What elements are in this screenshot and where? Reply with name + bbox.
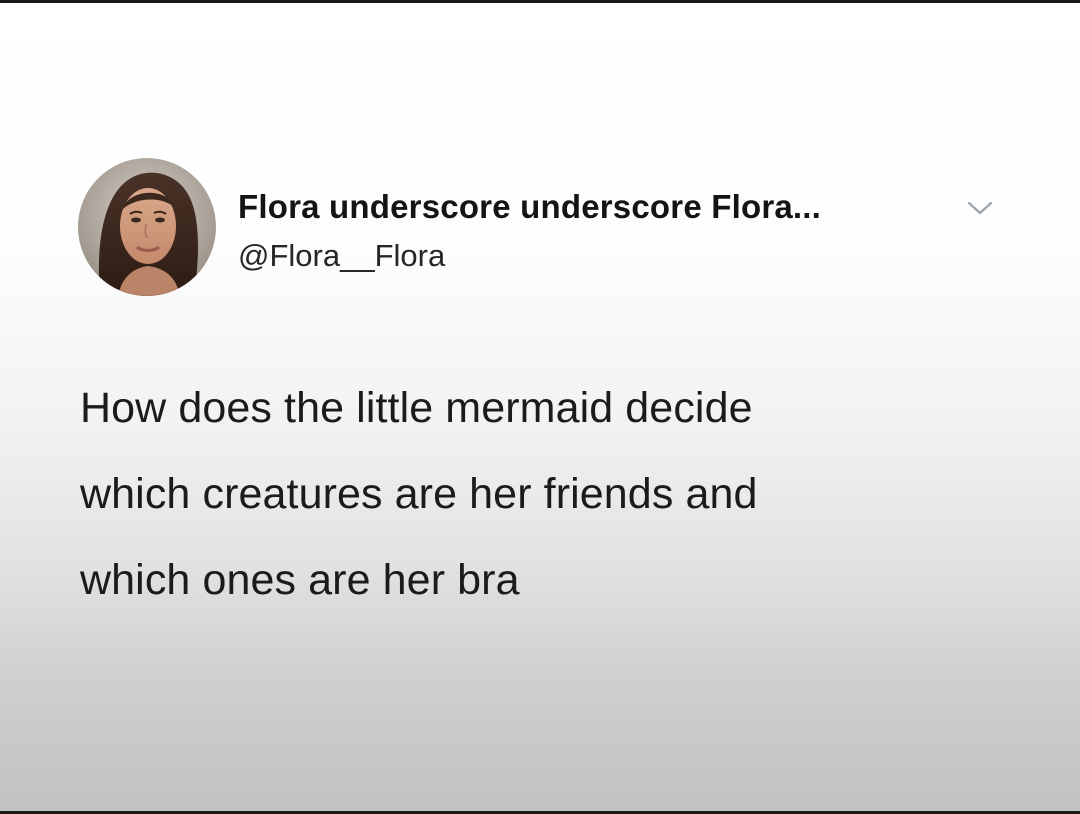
author-display-name[interactable]: Flora underscore underscore Flora...: [238, 188, 821, 226]
tweet-screenshot: Flora underscore underscore Flora... @Fl…: [0, 3, 1080, 811]
tweet-text-line: which creatures are her friends and: [80, 470, 758, 518]
tweet-header: Flora underscore underscore Flora... @Fl…: [78, 158, 1018, 303]
tweet-body: How does the little mermaid decide which…: [80, 365, 1010, 623]
tweet-menu-button[interactable]: [966, 196, 994, 220]
chevron-down-icon: [967, 201, 993, 215]
tweet-text-line: which ones are her bra: [80, 556, 520, 604]
tweet-text-line: How does the little mermaid decide: [80, 384, 753, 432]
avatar[interactable]: [78, 158, 216, 296]
profile-photo-icon: [78, 158, 216, 296]
author-handle[interactable]: @Flora__Flora: [238, 238, 445, 274]
